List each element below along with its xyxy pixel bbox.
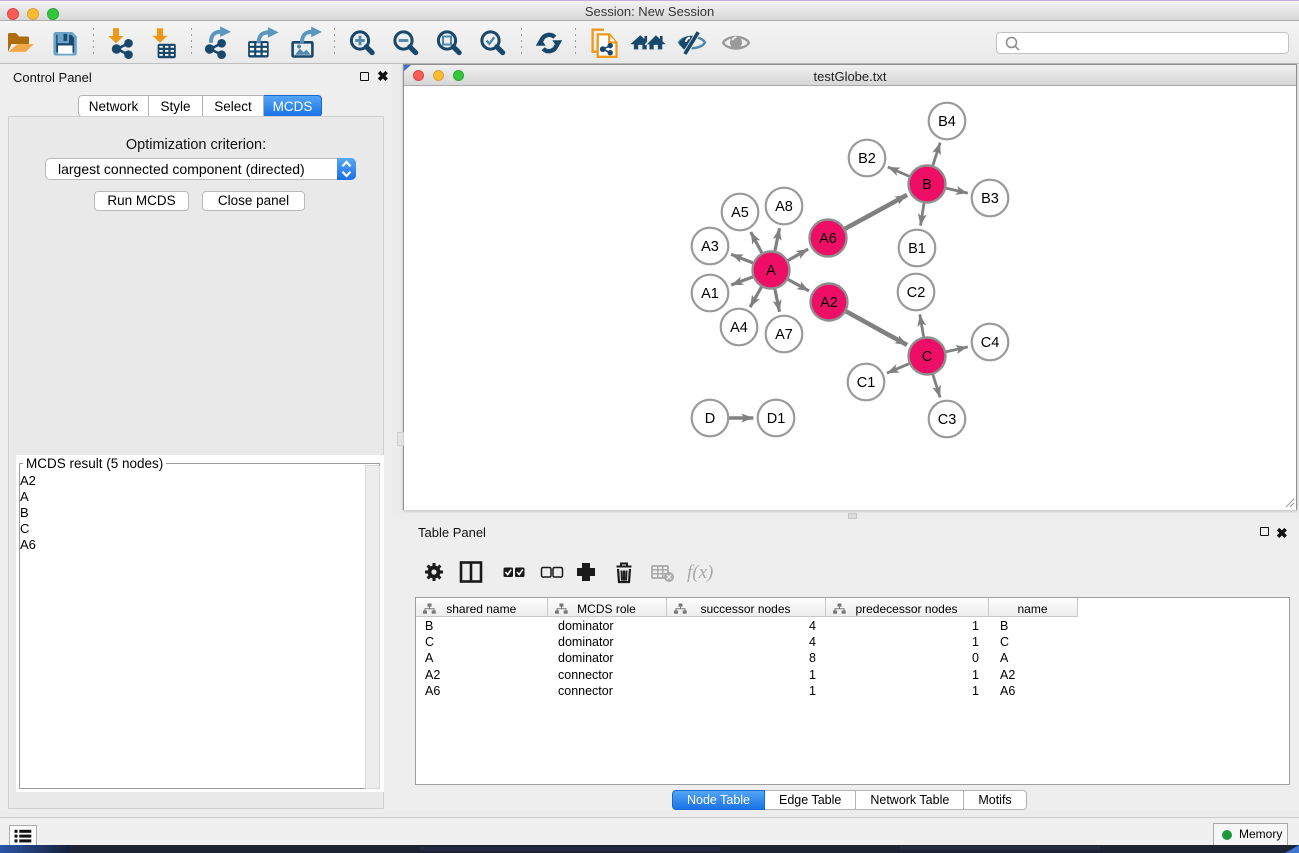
svg-text:C3: C3 <box>938 412 957 428</box>
svg-text:A3: A3 <box>701 239 719 255</box>
svg-text:C: C <box>922 349 932 365</box>
svg-text:D1: D1 <box>767 411 786 427</box>
svg-text:C1: C1 <box>857 375 876 391</box>
svg-text:C2: C2 <box>907 285 926 301</box>
svg-text:C4: C4 <box>981 335 1000 351</box>
svg-text:A4: A4 <box>730 320 748 336</box>
svg-text:A2: A2 <box>820 295 838 311</box>
svg-text:A5: A5 <box>731 205 749 221</box>
svg-text:B: B <box>922 177 932 193</box>
svg-text:A6: A6 <box>819 231 837 247</box>
svg-text:D: D <box>705 411 715 427</box>
svg-text:B2: B2 <box>858 151 876 167</box>
svg-text:A1: A1 <box>701 286 719 302</box>
svg-text:f(x): f(x) <box>687 562 713 583</box>
svg-text:A7: A7 <box>775 327 793 343</box>
svg-text:A: A <box>766 263 776 279</box>
svg-text:B1: B1 <box>908 241 926 257</box>
svg-text:A8: A8 <box>775 199 793 215</box>
svg-text:B3: B3 <box>981 191 999 207</box>
svg-text:B4: B4 <box>938 114 956 130</box>
